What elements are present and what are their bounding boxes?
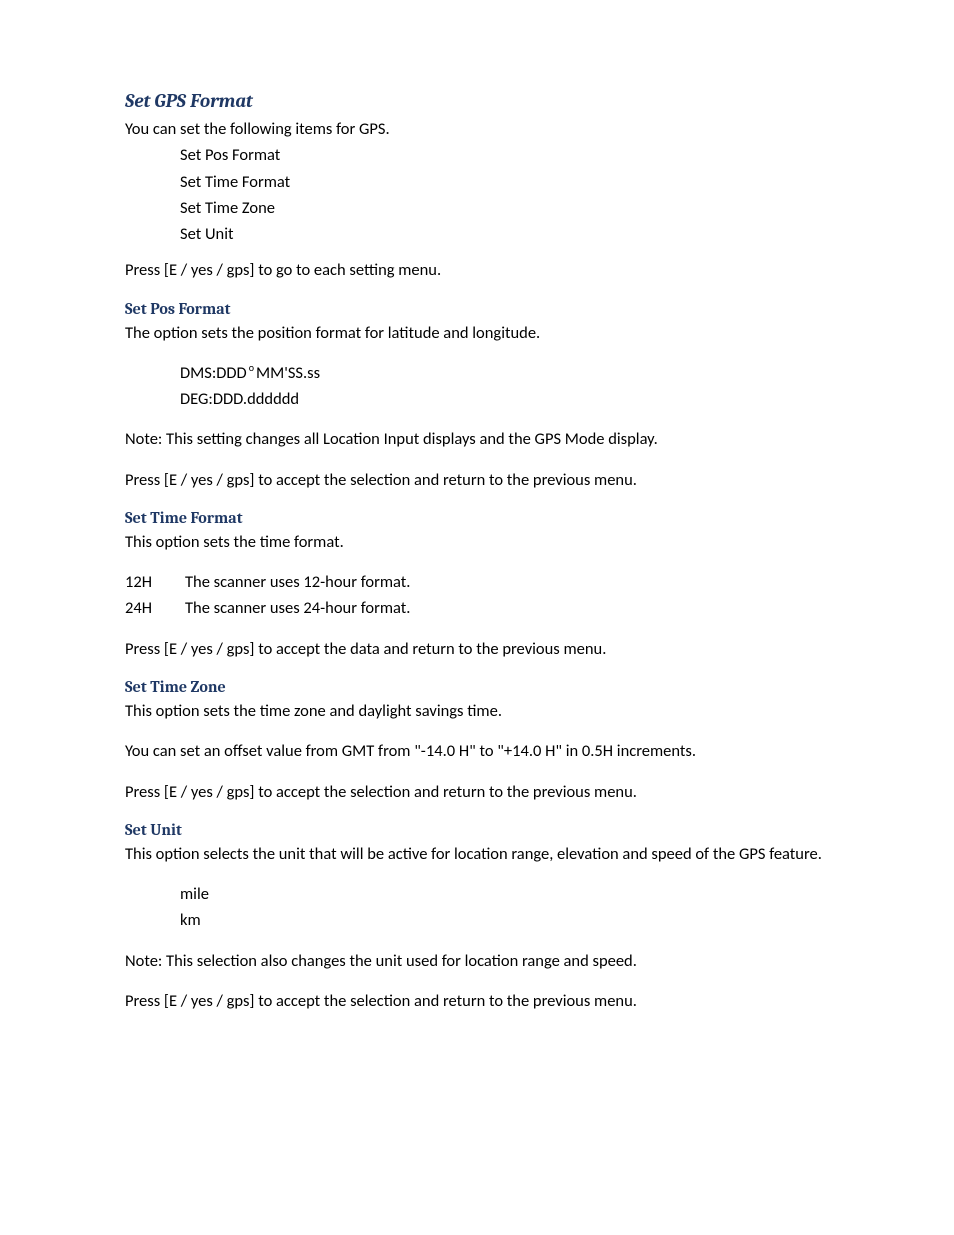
unit-press: Press [E / yes / gps] to accept the sele…	[125, 990, 829, 1012]
pos-dms: DMS:DDDoMM'SS.ss	[125, 362, 829, 384]
pos-dms-post: MM'SS.ss	[256, 363, 320, 383]
unit-desc: This option selects the unit that will b…	[125, 843, 829, 865]
time-key: 12H	[125, 571, 185, 593]
unit-list: mile km	[125, 883, 829, 932]
document-page: Set GPS Format You can set the following…	[0, 0, 954, 1012]
time-val: The scanner uses 24-hour format.	[185, 597, 410, 619]
time-val: The scanner uses 12-hour format.	[185, 571, 410, 593]
intro-item: Set Time Format	[125, 171, 829, 193]
zone-desc: This option sets the time zone and dayli…	[125, 700, 829, 722]
zone-press: Press [E / yes / gps] to accept the sele…	[125, 781, 829, 803]
time-row-24: 24H The scanner uses 24-hour format.	[125, 597, 829, 619]
pos-dms-degree: o	[247, 361, 256, 374]
time-key: 24H	[125, 597, 185, 619]
subheading-time: Set Time Format	[125, 509, 829, 527]
time-desc: This option sets the time format.	[125, 531, 829, 553]
subheading-unit: Set Unit	[125, 821, 829, 839]
zone-offset: You can set an offset value from GMT fro…	[125, 740, 829, 762]
pos-press: Press [E / yes / gps] to accept the sele…	[125, 469, 829, 491]
pos-note: Note: This setting changes all Location …	[125, 428, 829, 450]
intro-lead: You can set the following items for GPS.	[125, 118, 829, 140]
intro-item: Set Unit	[125, 223, 829, 245]
intro-press: Press [E / yes / gps] to go to each sett…	[125, 259, 829, 281]
intro-item: Set Time Zone	[125, 197, 829, 219]
pos-desc: The option sets the position format for …	[125, 322, 829, 344]
intro-item: Set Pos Format	[125, 144, 829, 166]
time-rows: 12H The scanner uses 12-hour format. 24H…	[125, 571, 829, 620]
unit-note: Note: This selection also changes the un…	[125, 950, 829, 972]
section-title: Set GPS Format	[125, 90, 829, 112]
time-press: Press [E / yes / gps] to accept the data…	[125, 638, 829, 660]
pos-formats: DMS:DDDoMM'SS.ss DEG:DDD.dddddd	[125, 362, 829, 411]
unit-mile: mile	[125, 883, 829, 905]
subheading-zone: Set Time Zone	[125, 678, 829, 696]
intro-block: You can set the following items for GPS.…	[125, 118, 829, 245]
pos-deg: DEG:DDD.dddddd	[125, 388, 829, 410]
subheading-pos: Set Pos Format	[125, 300, 829, 318]
pos-dms-pre: DMS:DDD	[180, 363, 247, 383]
time-row-12: 12H The scanner uses 12-hour format.	[125, 571, 829, 593]
unit-km: km	[125, 909, 829, 931]
